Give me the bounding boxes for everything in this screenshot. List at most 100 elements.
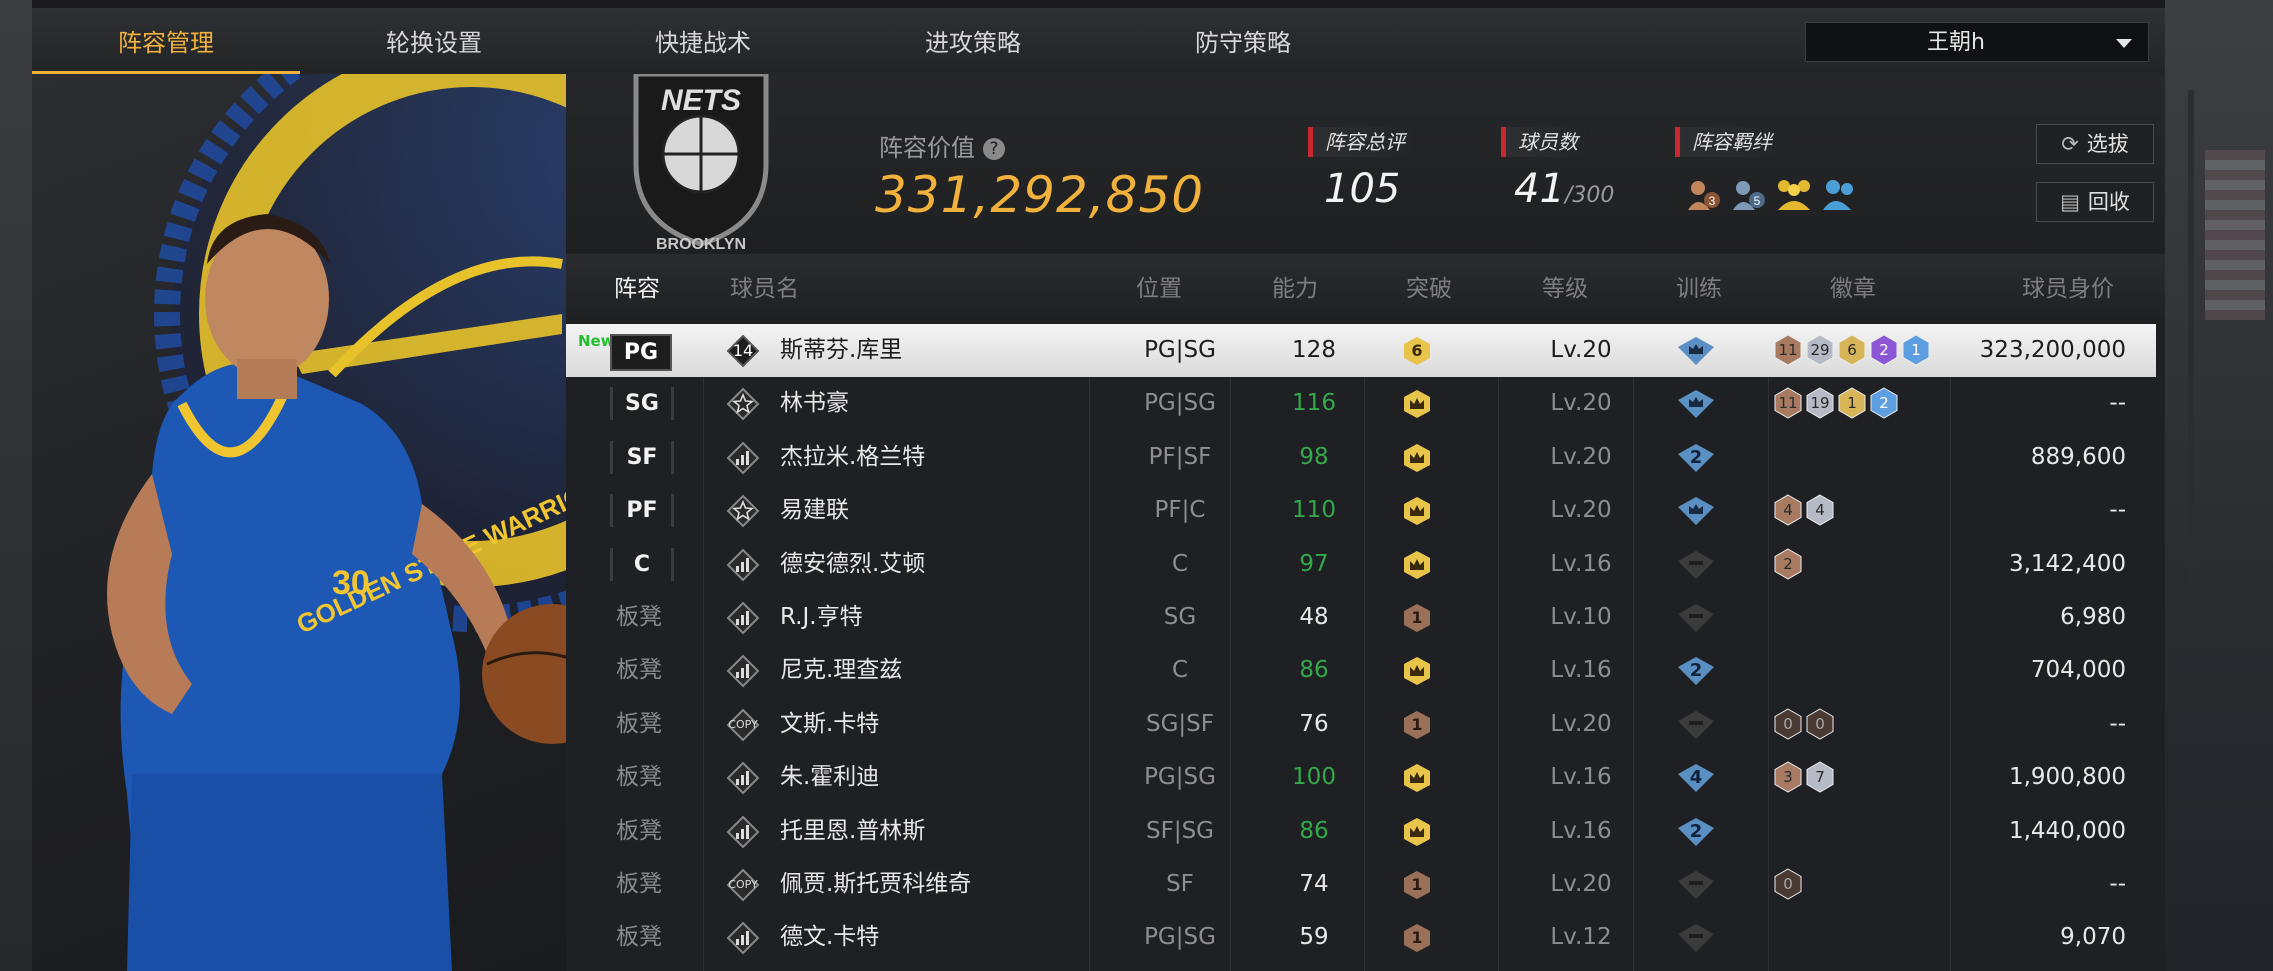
breakthrough-value: 1 bbox=[1411, 714, 1423, 734]
player-name[interactable]: 朱.霍利迪 bbox=[780, 751, 879, 804]
badge-dark-icon[interactable]: 0 bbox=[1773, 708, 1803, 740]
table-row[interactable]: 板凳 COPY 文斯.卡特 SG|SF 76 1 Lv.20 0 0 -- bbox=[566, 698, 2156, 751]
table-header: 阵容 球员名 位置 能力 突破 等级 训练 徽章 球员身价 bbox=[566, 254, 2165, 324]
col-ability[interactable]: 能力 bbox=[1272, 254, 1318, 324]
badge-silver-icon[interactable]: 7 bbox=[1805, 761, 1835, 793]
badge-silver-icon[interactable]: 19 bbox=[1805, 387, 1835, 419]
help-icon[interactable]: ? bbox=[983, 138, 1005, 160]
player-level: Lv.16 bbox=[1550, 550, 1612, 577]
player-star-icon bbox=[726, 387, 760, 421]
badge-bronze-icon[interactable]: 2 bbox=[1773, 548, 1803, 580]
table-row[interactable]: SF 杰拉米.格兰特 PF|SF 98 Lv.20 2 889,600 bbox=[566, 431, 2156, 484]
badge-list: 11 19 1 2 bbox=[1773, 387, 1901, 421]
badge-bronze-icon[interactable]: 3 bbox=[1773, 761, 1803, 793]
player-name[interactable]: 杰拉米.格兰特 bbox=[780, 431, 925, 484]
breakthrough-crown-icon bbox=[1404, 443, 1430, 472]
badge-gold-icon[interactable]: 6 bbox=[1837, 334, 1867, 366]
col-badges[interactable]: 徽章 bbox=[1830, 254, 1876, 324]
player-name[interactable]: R.J.亨特 bbox=[780, 591, 863, 644]
player-name[interactable]: 尼克.理查兹 bbox=[780, 644, 902, 697]
player-price: -- bbox=[2109, 710, 2126, 737]
player-ability: 59 bbox=[1299, 924, 1329, 951]
bond-3-icon[interactable]: 3 bbox=[1686, 176, 1722, 212]
player-price: 1,900,800 bbox=[2008, 764, 2126, 791]
player-name[interactable]: 德文.卡特 bbox=[780, 911, 879, 964]
bond-5-icon[interactable]: 5 bbox=[1731, 176, 1767, 212]
tab-defense-strategy[interactable]: 防守策略 bbox=[1108, 8, 1378, 74]
slot-badge[interactable]: C bbox=[610, 547, 674, 581]
badge-bronze-icon[interactable]: 11 bbox=[1773, 334, 1803, 366]
col-position[interactable]: 位置 bbox=[1136, 254, 1182, 324]
scrollbar[interactable] bbox=[2188, 90, 2194, 590]
table-row[interactable]: 板凳 德文.卡特 PG|SG 59 1 Lv.12 9,070 bbox=[566, 911, 2156, 964]
recycle-button[interactable]: ▤ 回收 bbox=[2036, 182, 2154, 222]
badge-gold-icon[interactable]: 1 bbox=[1837, 387, 1867, 419]
player-icon-label: COPY bbox=[728, 878, 758, 891]
badge-count: 11 bbox=[1778, 341, 1798, 359]
slot-badge[interactable]: PG bbox=[610, 334, 672, 371]
col-name[interactable]: 球员名 bbox=[730, 254, 799, 324]
badge-blue-icon[interactable]: 1 bbox=[1901, 334, 1931, 366]
badge-bronze-icon[interactable]: 4 bbox=[1773, 494, 1803, 526]
slot-badge[interactable]: SF bbox=[610, 440, 674, 474]
table-row[interactable]: C 德安德烈.艾顿 C 97 Lv.16 2 3,142,400 bbox=[566, 538, 2156, 591]
table-row[interactable]: 板凳 COPY 佩贾.斯托贾科维奇 SF 74 1 Lv.20 0 -- bbox=[566, 858, 2156, 911]
badge-count: 19 bbox=[1810, 394, 1830, 413]
player-name[interactable]: 林书豪 bbox=[780, 377, 849, 430]
player-ability: 116 bbox=[1292, 390, 1336, 417]
badge-silver-icon[interactable]: 29 bbox=[1805, 334, 1835, 366]
player-name[interactable]: 易建联 bbox=[780, 484, 849, 537]
slot-badge[interactable]: SG bbox=[610, 387, 674, 421]
player-level: Lv.16 bbox=[1550, 817, 1612, 844]
col-slot[interactable]: 阵容 bbox=[614, 254, 660, 324]
player-position: SG|SF bbox=[1145, 710, 1214, 737]
jersey-number: 30 bbox=[332, 564, 370, 602]
table-row[interactable]: New PG 14 斯蒂芬.库里 PG|SG 128 6 Lv.20 11 29 6 2 1 323,20… bbox=[566, 324, 2156, 377]
breakthrough-crown-icon bbox=[1404, 550, 1430, 579]
badge-count: 29 bbox=[1810, 341, 1830, 359]
badge-count: 0 bbox=[1815, 714, 1825, 733]
badge-blue-icon[interactable]: 2 bbox=[1869, 387, 1899, 419]
col-price[interactable]: 球员身价 bbox=[2022, 254, 2114, 324]
table-row[interactable]: PF 易建联 PF|C 110 Lv.20 4 4 -- bbox=[566, 484, 2156, 537]
badge-dark-icon[interactable]: 0 bbox=[1773, 868, 1803, 900]
badge-bronze-icon[interactable]: 11 bbox=[1773, 387, 1803, 419]
table-row[interactable]: 板凳 R.J.亨特 SG 48 1 Lv.10 6,980 bbox=[566, 591, 2156, 644]
table-row[interactable]: 板凳 尼克.理查兹 C 86 Lv.16 2 704,000 bbox=[566, 644, 2156, 697]
badge-count: 0 bbox=[1783, 875, 1793, 893]
player-illustration: GOLDEN STATE WARRIORS 30 bbox=[107, 74, 566, 971]
tab-lineup[interactable]: 阵容管理 bbox=[32, 8, 300, 74]
player-name[interactable]: 托里恩.普林斯 bbox=[780, 805, 925, 858]
tab-quick-tactics[interactable]: 快捷战术 bbox=[568, 8, 838, 74]
slot-badge[interactable]: PF bbox=[610, 494, 674, 528]
player-name[interactable]: 佩贾.斯托贾科维奇 bbox=[780, 858, 971, 911]
bond-pair-icon[interactable] bbox=[1821, 176, 1857, 212]
col-training[interactable]: 训练 bbox=[1676, 254, 1722, 324]
tab-offense-strategy[interactable]: 进攻策略 bbox=[838, 8, 1108, 74]
bond-group-icon[interactable] bbox=[1776, 176, 1812, 212]
badge-purple-icon[interactable]: 2 bbox=[1869, 334, 1899, 366]
player-icon-number: 14 bbox=[732, 341, 754, 360]
player-ability: 76 bbox=[1299, 710, 1329, 737]
player-name[interactable]: 斯蒂芬.库里 bbox=[780, 324, 902, 377]
breakthrough-crown-icon bbox=[1404, 390, 1430, 419]
team-selector[interactable]: 王朝h bbox=[1805, 22, 2149, 62]
player-position: PF|C bbox=[1154, 497, 1206, 524]
player-stats-icon bbox=[726, 654, 760, 688]
col-breakthrough[interactable]: 突破 bbox=[1406, 254, 1452, 324]
draft-button[interactable]: ⟳ 选拔 bbox=[2036, 124, 2154, 164]
draft-button-label: 选拔 bbox=[2086, 132, 2129, 156]
player-level: Lv.20 bbox=[1550, 710, 1612, 737]
badge-silver-icon[interactable]: 4 bbox=[1805, 494, 1835, 526]
table-row[interactable]: 板凳 托里恩.普林斯 SF|SG 86 Lv.16 2 1,440,000 bbox=[566, 805, 2156, 858]
badge-count: 2 bbox=[1879, 394, 1889, 413]
lineup-summary: NETS BROOKLYN 阵容价值? 331,292,850 阵容总评 105… bbox=[566, 71, 2165, 254]
badge-dark-icon[interactable]: 0 bbox=[1805, 708, 1835, 740]
player-name[interactable]: 文斯.卡特 bbox=[780, 698, 879, 751]
table-row[interactable]: SG 林书豪 PG|SG 116 Lv.20 11 19 1 2 -- bbox=[566, 377, 2156, 430]
player-count: 41/300 bbox=[1514, 166, 1614, 212]
col-level[interactable]: 等级 bbox=[1542, 254, 1588, 324]
tab-rotation[interactable]: 轮换设置 bbox=[300, 8, 568, 74]
table-row[interactable]: 板凳 朱.霍利迪 PG|SG 100 Lv.16 4 3 7 1,900,800 bbox=[566, 751, 2156, 804]
player-name[interactable]: 德安德烈.艾顿 bbox=[780, 538, 925, 591]
